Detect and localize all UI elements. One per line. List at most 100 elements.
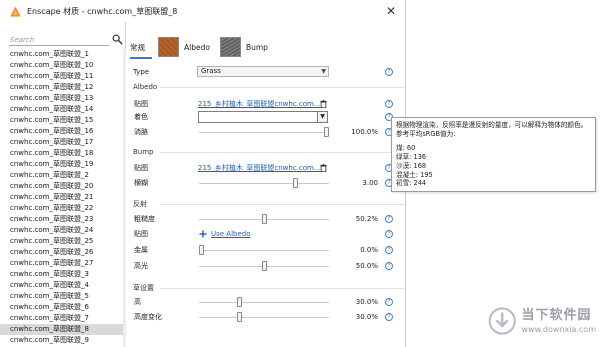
albedo-help-tooltip: 根据物理渲染，反照率是漫反射的量度，可以解释为物体的颜色。 参考平均sRGB值为…	[391, 117, 596, 192]
fade-slider-thumb[interactable]	[324, 127, 329, 137]
material-list-item[interactable]: cnwhc.com_草图联盟_1	[0, 49, 123, 60]
material-list-item[interactable]: cnwhc.com_草图联盟_5	[0, 291, 123, 302]
divider	[160, 288, 405, 289]
material-list-item[interactable]: cnwhc.com_草图联盟_17	[0, 137, 123, 148]
metallic-label: 金属	[134, 246, 148, 254]
help-icon[interactable]: ?	[385, 100, 393, 108]
tab-albedo[interactable]: Albedo	[158, 37, 210, 57]
divider	[160, 204, 405, 205]
trash-icon[interactable]	[320, 100, 327, 108]
tab-general[interactable]: 常规	[127, 37, 148, 57]
reflection-section-title: 反射	[133, 200, 147, 208]
specular-row: 高光 50.0% ?	[127, 260, 405, 272]
search-input[interactable]	[9, 34, 109, 46]
material-list-item[interactable]: cnwhc.com_草图联盟_11	[0, 71, 123, 82]
material-list-item[interactable]: cnwhc.com_草图联盟_7	[0, 313, 123, 324]
material-list-item[interactable]: cnwhc.com_草图联盟_13	[0, 93, 123, 104]
use-albedo-link[interactable]: Use Albedo	[199, 228, 251, 240]
grass-variation-slider[interactable]	[199, 317, 329, 318]
specular-slider-thumb[interactable]	[261, 261, 267, 271]
albedo-texture-row: 贴图 215_乡村植木_草图联盟cnwhc.com... ?	[127, 98, 405, 110]
watermark-name: 当下软件园	[521, 307, 592, 323]
chevron-down-icon: ▼	[321, 68, 326, 75]
material-list-item[interactable]: cnwhc.com_草图联盟_23	[0, 214, 123, 225]
fade-slider[interactable]	[199, 132, 329, 133]
bump-amount-value: 3.00	[362, 179, 378, 187]
trash-icon[interactable]	[320, 164, 327, 172]
metallic-value: 0.0%	[360, 246, 378, 254]
material-editor-window: Enscape 材质 - cnwhc.com_草图联盟_8 ✕ cnwhc.co…	[0, 0, 406, 347]
search-icon[interactable]	[112, 34, 123, 45]
material-list-item[interactable]: cnwhc.com_草图联盟_15	[0, 115, 123, 126]
material-list-item[interactable]: cnwhc.com_草图联盟_21	[0, 192, 123, 203]
albedo-tint-row: 着色 ▼ ?	[127, 111, 405, 123]
material-list-item[interactable]: cnwhc.com_草图联盟_8	[0, 324, 123, 336]
help-icon[interactable]: ?	[385, 298, 393, 306]
help-icon[interactable]: ?	[385, 246, 393, 254]
bump-amount-slider-thumb[interactable]	[292, 178, 298, 188]
grass-height-slider[interactable]	[199, 302, 329, 303]
roughness-value: 50.2%	[355, 215, 378, 223]
help-icon[interactable]: ?	[385, 230, 393, 238]
material-list-item[interactable]: cnwhc.com_草图联盟_6	[0, 302, 123, 313]
tooltip-line: 参考平均sRGB值为:	[396, 129, 456, 138]
fade-value: 100.0%	[351, 128, 378, 136]
type-value: Grass	[201, 67, 221, 75]
material-properties: Type Grass ▼ ? Albedo 贴图 215_乡村植木_草图联盟cn…	[127, 62, 405, 347]
tooltip-value: 混凝土: 195	[396, 170, 433, 179]
material-list-item[interactable]: cnwhc.com_草图联盟_4	[0, 280, 123, 291]
watermark: 当下软件园 www.downxia.com	[488, 303, 596, 339]
material-list-item[interactable]: cnwhc.com_草图联盟_19	[0, 159, 123, 170]
material-list-item[interactable]: cnwhc.com_草图联盟_18	[0, 148, 123, 159]
tab-bar: 常规 Albedo Bump	[127, 37, 278, 57]
help-icon[interactable]: ?	[385, 68, 393, 76]
material-list-item[interactable]: cnwhc.com_草图联盟_14	[0, 104, 123, 115]
material-list-item[interactable]: cnwhc.com_草图联盟_20	[0, 181, 123, 192]
material-list-item[interactable]: cnwhc.com_草图联盟_12	[0, 82, 123, 93]
bump-texture-row: 贴图 215_乡村植木_草图联盟cnwhc.com... ?	[127, 162, 405, 174]
bump-texture-link[interactable]: 215_乡村植木_草图联盟cnwhc.com...	[198, 162, 321, 174]
tab-bump[interactable]: Bump	[219, 37, 268, 57]
material-list-item[interactable]: cnwhc.com_草图联盟_3	[0, 269, 123, 280]
type-select[interactable]: Grass ▼	[197, 66, 329, 77]
material-list-item[interactable]: cnwhc.com_草图联盟_10	[0, 60, 123, 71]
tooltip-value: 初雪: 244	[396, 179, 427, 188]
help-icon[interactable]: ?	[385, 313, 393, 321]
bump-amount-slider[interactable]	[199, 183, 329, 184]
bump-amount-label: 横糊	[134, 179, 148, 187]
tint-color-picker[interactable]: ▼	[198, 111, 328, 123]
help-icon[interactable]: ?	[385, 215, 393, 223]
close-button[interactable]: ✕	[384, 4, 398, 18]
albedo-texture-label: 贴图	[134, 100, 148, 108]
roughness-slider-thumb[interactable]	[261, 214, 267, 224]
material-list-item[interactable]: cnwhc.com_草图联盟_16	[0, 126, 123, 137]
metallic-slider[interactable]	[199, 250, 329, 251]
active-tab-indicator	[130, 57, 152, 59]
material-list-item[interactable]: cnwhc.com_草图联盟_24	[0, 225, 123, 236]
grass-height-slider-thumb[interactable]	[236, 297, 242, 307]
type-label: Type	[133, 68, 150, 76]
use-albedo-label: Use Albedo	[211, 230, 251, 238]
grass-variation-label: 高度变化	[134, 313, 162, 321]
metallic-slider-thumb[interactable]	[199, 245, 204, 255]
title-bar: Enscape 材质 - cnwhc.com_草图联盟_8 ✕	[0, 0, 405, 22]
grass-variation-slider-thumb[interactable]	[236, 312, 242, 322]
divider	[160, 152, 405, 153]
roughness-row: 粗糙度 50.2% ?	[127, 213, 405, 225]
grass-height-label: 高	[134, 298, 141, 306]
material-list-item[interactable]: cnwhc.com_草图联盟_2	[0, 170, 123, 181]
chevron-down-icon: ▼	[317, 112, 327, 122]
list-scrollbar[interactable]	[123, 49, 126, 347]
divider	[160, 87, 405, 88]
albedo-texture-link[interactable]: 215_乡村植木_草图联盟cnwhc.com...	[198, 98, 321, 110]
help-icon[interactable]: ?	[385, 262, 393, 270]
grass-height-value: 30.0%	[355, 298, 378, 306]
material-list-item[interactable]: cnwhc.com_草图联盟_26	[0, 247, 123, 258]
material-list: cnwhc.com_草图联盟_1 cnwhc.com_草图联盟_10 cnwhc.c…	[0, 49, 123, 346]
material-list-item[interactable]: cnwhc.com_草图联盟_25	[0, 236, 123, 247]
tab-general-label: 常规	[130, 42, 145, 52]
material-list-item[interactable]: cnwhc.com_草图联盟_22	[0, 203, 123, 214]
tooltip-line: 根据物理渲染，反照率是漫反射的量度，可以解释为物体的颜色。	[396, 121, 588, 129]
material-list-item[interactable]: cnwhc.com_草图联盟_9	[0, 335, 123, 346]
material-list-item[interactable]: cnwhc.com_草图联盟_27	[0, 258, 123, 269]
